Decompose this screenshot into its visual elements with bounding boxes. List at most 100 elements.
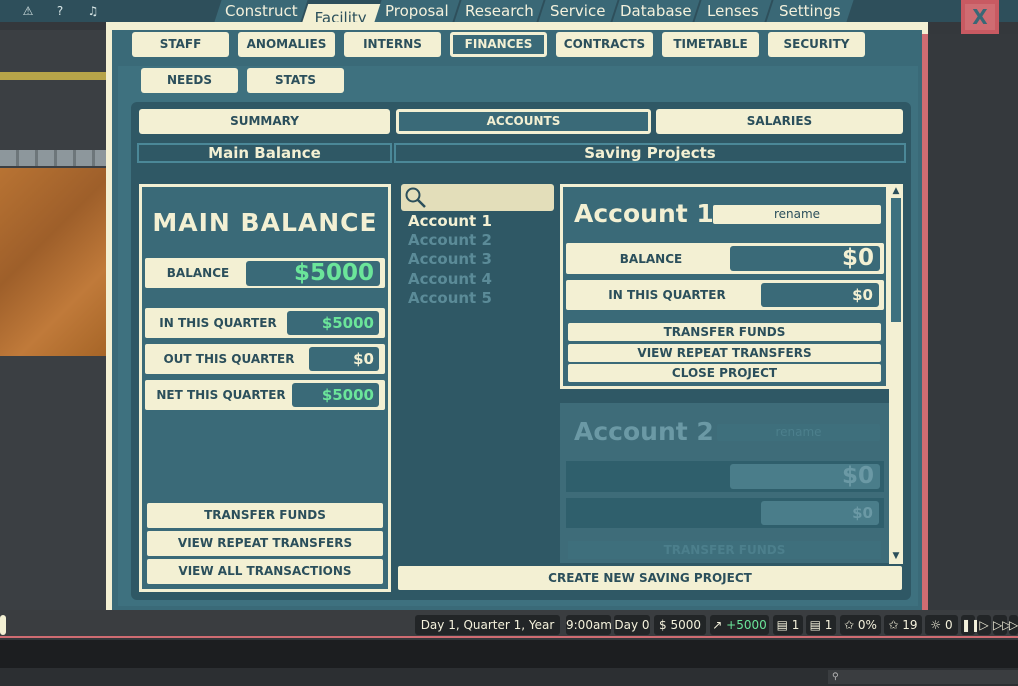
world-floor — [0, 168, 107, 356]
account-balance-label: BALANCE — [619, 252, 683, 266]
bug-icon: ☼ — [930, 618, 945, 632]
tab-salaries[interactable]: SALARIES — [656, 109, 903, 134]
net-quarter-value: $5000 — [292, 383, 379, 407]
help-icon[interactable]: ? — [52, 3, 68, 19]
search-icon: ⚲ — [832, 672, 839, 682]
create-saving-project-button[interactable]: CREATE NEW SAVING PROJECT — [398, 566, 902, 590]
saving-projects-header: Saving Projects — [394, 143, 906, 163]
tab-settings[interactable]: Settings — [766, 0, 854, 22]
balance-value: $5000 — [246, 261, 380, 286]
tab-construct[interactable]: Construct — [214, 0, 308, 22]
tab-finances[interactable]: FINANCES — [450, 32, 547, 57]
bottom-search-input[interactable]: ⚲ — [828, 670, 1018, 684]
income-display: ↗ +5000 — [710, 615, 769, 635]
date-display: Day 1, Quarter 1, Year 2109 — [415, 615, 560, 652]
account-transfer-funds-button[interactable]: TRANSFER FUNDS — [568, 323, 881, 341]
tab-research[interactable]: Research — [454, 0, 544, 22]
trend-up-icon: ↗ — [712, 618, 727, 632]
tab-stats[interactable]: STATS — [247, 68, 344, 93]
money-value: 5000 — [670, 618, 701, 632]
tab-anomalies[interactable]: ANOMALIES — [238, 32, 335, 57]
bell-icon[interactable]: ♫ — [85, 3, 101, 19]
stars-display: ✩ 19 — [884, 615, 922, 635]
account-list-item-3[interactable]: Account 3 — [408, 250, 492, 268]
star-outline-icon: ✩ — [844, 618, 858, 632]
day-display: Day 0 — [614, 615, 650, 635]
account-2-rename-button[interactable]: rename — [717, 424, 880, 441]
world-tiles — [0, 150, 108, 166]
world-view-right — [928, 34, 1018, 610]
account-search-input[interactable] — [401, 184, 554, 211]
calendar-count-2-value: 1 — [824, 618, 833, 632]
dollar-icon: $ — [659, 618, 671, 632]
tab-needs[interactable]: NEEDS — [141, 68, 238, 93]
game-screen: ⚠ ? ♫ Construct Facility Proposal Resear… — [0, 0, 1018, 686]
account-list-item-4[interactable]: Account 4 — [408, 270, 492, 288]
pause-button[interactable]: ❚❚ — [961, 615, 981, 635]
tab-timetable[interactable]: TIMETABLE — [662, 32, 759, 57]
left-status-stub — [0, 615, 6, 635]
tab-security[interactable]: SECURITY — [768, 32, 865, 57]
in-quarter-value: $5000 — [287, 311, 379, 335]
account-view-repeat-transfers-button[interactable]: VIEW REPEAT TRANSFERS — [568, 344, 881, 362]
account-2-in-quarter-value: $0 — [761, 501, 879, 525]
calendar-count-2: ▤ 1 — [806, 615, 836, 635]
rename-button[interactable]: rename — [713, 205, 881, 224]
scroll-up-icon[interactable]: ▲ — [891, 186, 901, 196]
bugs-display: ☼ 0 — [925, 615, 958, 635]
income-value: +5000 — [726, 618, 767, 632]
net-quarter-label: NET THIS QUARTER — [156, 388, 286, 402]
calendar-count-1-value: 1 — [791, 618, 800, 632]
view-all-transactions-button[interactable]: VIEW ALL TRANSACTIONS — [147, 559, 383, 584]
account-list-item-1[interactable]: Account 1 — [408, 212, 492, 230]
bottom-bar — [0, 640, 1018, 668]
calendar-icon: ▤ — [809, 618, 825, 632]
star-icon: ✩ — [888, 618, 903, 632]
tab-accounts[interactable]: ACCOUNTS — [396, 109, 651, 134]
panel-right-border — [922, 34, 928, 610]
close-project-button[interactable]: CLOSE PROJECT — [568, 364, 881, 382]
tab-lenses[interactable]: Lenses — [694, 0, 772, 22]
bugs-value: 0 — [944, 618, 953, 632]
tab-staff[interactable]: STAFF — [132, 32, 229, 57]
main-balance-title: MAIN BALANCE — [152, 208, 378, 237]
time-display: 9:00am — [566, 615, 612, 635]
scrollbar-thumb[interactable] — [891, 198, 901, 322]
in-quarter-label: IN THIS QUARTER — [159, 316, 277, 330]
account-in-quarter-label: IN THIS QUARTER — [608, 288, 726, 302]
calendar-icon: ▤ — [776, 618, 792, 632]
fast-forward-button[interactable]: ▷▷ — [993, 615, 1011, 635]
account-1-name: Account 1 — [574, 199, 714, 228]
account-2-transfer-button[interactable]: TRANSFER FUNDS — [568, 541, 881, 559]
percent-display: ✩ 0% — [840, 615, 881, 635]
out-quarter-value: $0 — [309, 347, 379, 371]
tab-proposal[interactable]: Proposal — [374, 0, 460, 22]
tab-database[interactable]: Database — [612, 0, 700, 22]
money-display: $ 5000 — [654, 615, 706, 635]
transfer-funds-button[interactable]: TRANSFER FUNDS — [147, 503, 383, 528]
account-balance-value: $0 — [730, 246, 880, 271]
tab-contracts[interactable]: CONTRACTS — [556, 32, 653, 57]
account-list-item-2[interactable]: Account 2 — [408, 231, 492, 249]
tab-summary[interactable]: SUMMARY — [139, 109, 390, 134]
fastest-button[interactable]: ▷ — [1009, 615, 1018, 635]
scroll-down-icon[interactable]: ▼ — [891, 551, 901, 561]
account-2-name: Account 2 — [574, 417, 714, 446]
account-in-quarter-value: $0 — [761, 283, 879, 307]
percent-value: 0% — [857, 618, 877, 632]
view-repeat-transfers-button[interactable]: VIEW REPEAT TRANSFERS — [147, 531, 383, 556]
balance-label: BALANCE — [166, 266, 230, 280]
calendar-count-1: ▤ 1 — [773, 615, 803, 635]
tab-service[interactable]: Service — [538, 0, 618, 22]
world-wall-strip — [0, 72, 108, 80]
warning-icon[interactable]: ⚠ — [20, 3, 36, 19]
out-quarter-label: OUT THIS QUARTER — [163, 352, 295, 366]
tab-interns[interactable]: INTERNS — [344, 32, 441, 57]
main-balance-header: Main Balance — [137, 143, 392, 163]
close-button[interactable]: X — [961, 0, 999, 34]
search-icon — [405, 187, 426, 208]
play-button[interactable]: ▷ — [977, 615, 991, 635]
account-list-item-5[interactable]: Account 5 — [408, 289, 492, 307]
stars-value: 19 — [902, 618, 918, 632]
account-2-balance-value: $0 — [730, 464, 880, 489]
